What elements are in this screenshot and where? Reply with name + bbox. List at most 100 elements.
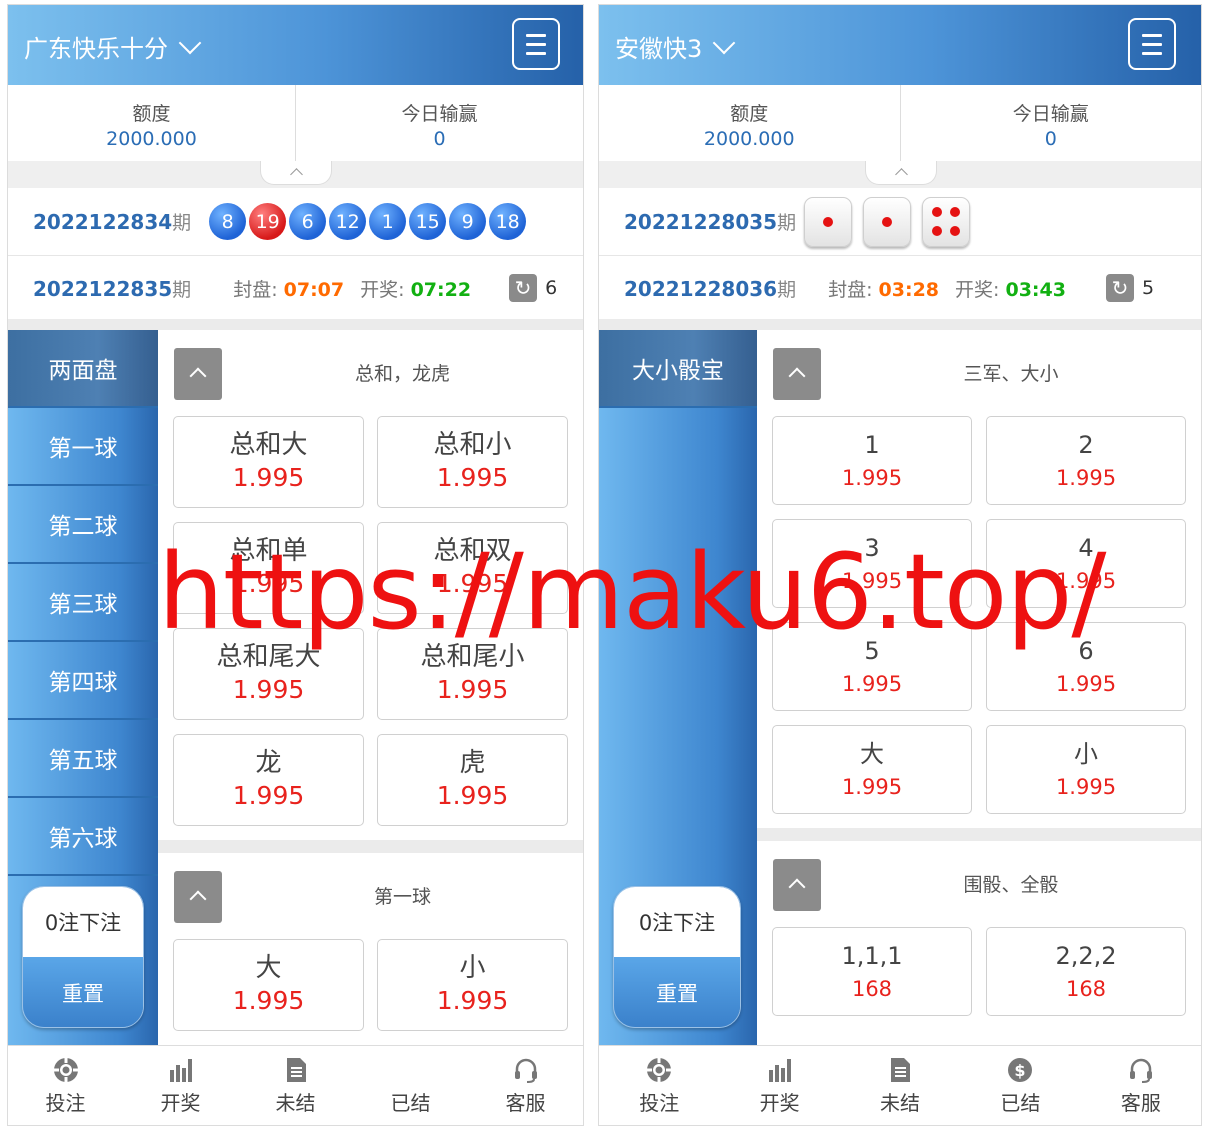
bet-options-area: 总和，龙虎 总和大 1.995 总和小 1.995 总和单 1.995 总和双 1.995 总和尾…	[158, 330, 583, 1045]
result-ball: 1	[369, 203, 407, 240]
nav-label: 已结	[1000, 1091, 1041, 1115]
chevron-up-icon	[189, 890, 207, 908]
nav-item[interactable]: 未结	[238, 1046, 353, 1125]
bet-count-button[interactable]: 0注下注	[23, 887, 143, 957]
bet-option-odds: 1.995	[841, 672, 903, 696]
collapse-toggle[interactable]	[865, 161, 937, 185]
sidebar-item[interactable]: 第二球	[8, 486, 158, 564]
next-issue-number: 2022122835	[33, 276, 173, 301]
collapse-section-button[interactable]	[773, 348, 821, 400]
collapse-section-button[interactable]	[174, 348, 222, 400]
collapse-section-button[interactable]	[773, 859, 821, 911]
pip	[950, 226, 961, 237]
section-divider	[757, 828, 1201, 841]
nav-label: 未结	[275, 1091, 316, 1115]
draw-label: 开奖:	[955, 278, 1000, 301]
document-icon	[885, 1055, 915, 1085]
bet-option-odds: 1.995	[436, 463, 509, 492]
nav-item[interactable]: 客服	[1081, 1046, 1201, 1125]
nav-item[interactable]: 已结	[353, 1046, 468, 1125]
bet-option-odds: 1.995	[232, 463, 305, 492]
bet-option[interactable]: 龙 1.995	[173, 734, 364, 826]
last-draw-row: 20221228035期	[599, 188, 1201, 256]
pip	[950, 206, 961, 217]
sidebar-item[interactable]: 第四球	[8, 642, 158, 720]
menu-button[interactable]	[512, 18, 560, 70]
chevron-up-icon	[894, 168, 908, 181]
nav-label: 投注	[45, 1091, 86, 1115]
reset-button[interactable]: 重置	[23, 957, 143, 1027]
nav-label: 客服	[505, 1091, 546, 1115]
sidebar-item[interactable]: 第六球	[8, 798, 158, 876]
bet-option[interactable]: 2 1.995	[986, 416, 1186, 505]
nav-label: 客服	[1120, 1091, 1161, 1115]
headset-icon	[511, 1055, 541, 1085]
bet-option[interactable]: 大 1.995	[173, 939, 364, 1031]
nav-item[interactable]: 投注	[8, 1046, 123, 1125]
nav-item[interactable]: $ 已结	[960, 1046, 1080, 1125]
refresh-icon[interactable]: ↻	[1105, 274, 1134, 302]
issue-suffix: 期	[172, 212, 192, 234]
odds-grid: 1,1,1 168 2,2,2 168	[757, 927, 1201, 1016]
section-divider	[158, 840, 583, 853]
last-issue: 20221228035期	[624, 208, 796, 235]
sidebar-item[interactable]: 第一球	[8, 408, 158, 486]
category-sidebar: 两面盘 第一球 第二球 第三球 第四球 第五球 第六球 0注下注 重置	[8, 330, 158, 1045]
die-4-icon	[922, 196, 971, 247]
menu-line	[1142, 42, 1162, 46]
nav-item[interactable]: 投注	[599, 1046, 719, 1125]
sidebar-item[interactable]: 两面盘	[8, 330, 158, 408]
collapse-section-button[interactable]	[174, 871, 222, 923]
lottery-selector[interactable]: 安徽快3	[615, 29, 736, 64]
nav-item[interactable]: 未结	[840, 1046, 960, 1125]
screenshot-stage: 广东快乐十分 额度 2000.000 今日输赢 0 2022122834期 81…	[0, 0, 1214, 1133]
menu-line	[1142, 51, 1162, 55]
reset-button[interactable]: 重置	[614, 957, 740, 1027]
refresh-countdown: 5	[1141, 277, 1155, 299]
nav-item[interactable]: 开奖	[123, 1046, 238, 1125]
sidebar-item[interactable]: 第五球	[8, 720, 158, 798]
category-sidebar: 大小骰宝 0注下注 重置	[599, 330, 757, 1045]
menu-button[interactable]	[1128, 18, 1176, 70]
bet-option[interactable]: 大 1.995	[772, 725, 972, 814]
bet-option[interactable]: 2,2,2 168	[986, 927, 1186, 1016]
sidebar-item[interactable]: 第三球	[8, 564, 158, 642]
headset-icon	[1126, 1055, 1156, 1085]
bet-option-name: 大	[860, 740, 884, 768]
lottery-selector[interactable]: 广东快乐十分	[24, 29, 202, 64]
nav-item[interactable]: 客服	[468, 1046, 583, 1125]
bet-option[interactable]: 虎 1.995	[377, 734, 568, 826]
bet-option[interactable]: 小 1.995	[377, 939, 568, 1031]
separator	[599, 319, 1201, 330]
result-ball: 9	[449, 203, 487, 240]
result-dice	[804, 196, 971, 247]
result-balls: 8 19 6 12 1 15 9 18	[209, 203, 527, 240]
nav-item[interactable]: 开奖	[719, 1046, 839, 1125]
bet-option-odds: 1.995	[436, 675, 509, 704]
bet-option-name: 总和大	[229, 430, 308, 460]
chevron-up-icon	[788, 367, 806, 385]
refresh-icon[interactable]: ↻	[509, 274, 538, 302]
bet-option-odds: 1.995	[841, 775, 903, 799]
bet-option[interactable]: 总和大 1.995	[173, 416, 364, 508]
bet-option[interactable]: 1 1.995	[772, 416, 972, 505]
bet-option[interactable]: 总和小 1.995	[377, 416, 568, 508]
bet-option[interactable]: 小 1.995	[986, 725, 1186, 814]
nav-label: 已结	[390, 1091, 431, 1115]
bet-panel: 0注下注 重置	[22, 886, 144, 1028]
document-icon	[281, 1055, 311, 1085]
menu-line	[1142, 33, 1162, 37]
bet-option[interactable]: 1,1,1 168	[772, 927, 972, 1016]
bet-option-odds: 1.995	[1055, 466, 1117, 490]
collapse-toggle[interactable]	[260, 161, 332, 185]
account-summary: 额度 2000.000 今日输赢 0	[8, 85, 583, 161]
chevron-down-icon	[712, 31, 736, 54]
chip-icon	[51, 1055, 81, 1085]
sidebar-item[interactable]: 大小骰宝	[599, 330, 757, 408]
bet-count-button[interactable]: 0注下注	[614, 887, 740, 957]
nav-icon-blank	[396, 1055, 426, 1085]
next-issue: 2022122835期	[33, 275, 191, 302]
draw-timer: 开奖: 07:22	[360, 275, 471, 302]
bet-option-name: 小	[459, 953, 486, 983]
nav-label: 未结	[880, 1091, 921, 1115]
